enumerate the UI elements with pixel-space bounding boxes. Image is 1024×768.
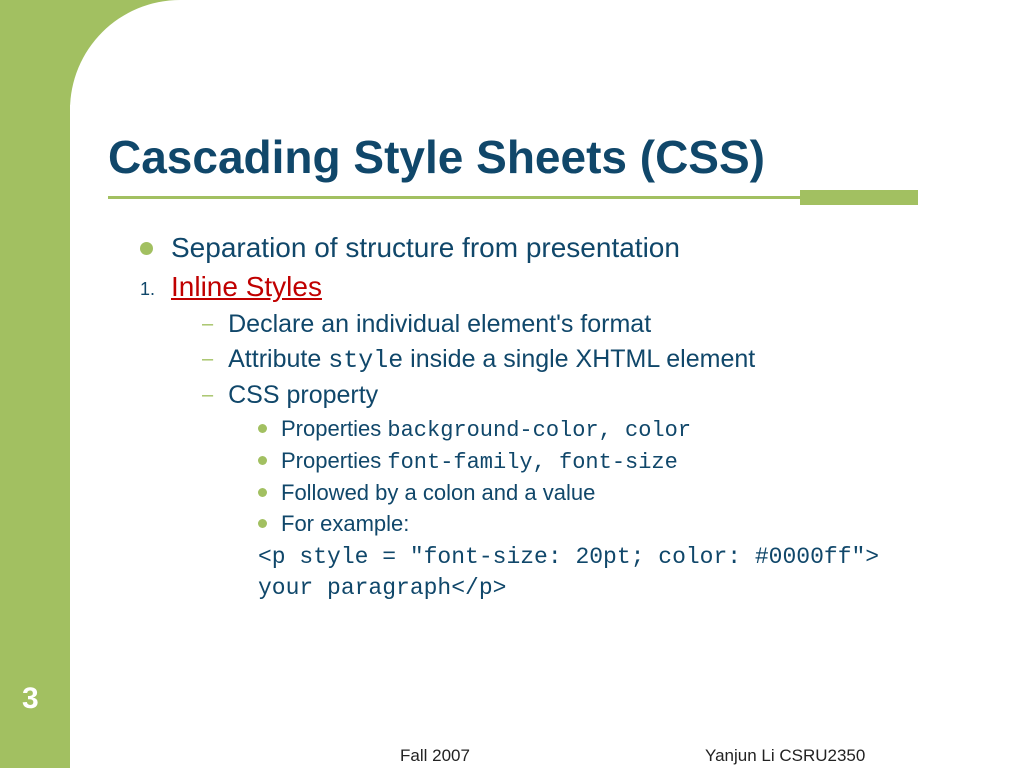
corner-decoration <box>70 0 240 105</box>
sub-text: CSS property <box>228 381 378 410</box>
slide-content: Separation of structure from presentatio… <box>140 232 960 604</box>
main-bullet-text: Separation of structure from presentatio… <box>171 232 680 264</box>
subsub-item: Properties background-color, color <box>258 416 960 443</box>
sidebar-decoration <box>0 0 70 768</box>
subsub-code: background-color, color <box>387 418 691 443</box>
sub-text: Attribute style inside a single XHTML el… <box>228 345 755 375</box>
subsub-prefix: Properties <box>281 416 387 441</box>
footer-right-text: Yanjun Li CSRU2350 <box>705 746 865 766</box>
subsub-item: For example: <box>258 511 960 537</box>
sub-text-prefix: Attribute <box>228 345 328 373</box>
subsub-prefix: Properties <box>281 448 387 473</box>
subsub-text: Followed by a colon and a value <box>281 480 595 506</box>
subsub-text: For example: <box>281 511 409 537</box>
bullet-small-icon <box>258 424 267 433</box>
sub-item: – Declare an individual element's format <box>202 310 960 339</box>
subsub-text: Properties background-color, color <box>281 416 691 443</box>
number-label: 1. <box>140 279 153 300</box>
sub-text-code: style <box>328 346 403 375</box>
bullet-small-icon <box>258 456 267 465</box>
title-underline-accent <box>800 190 918 205</box>
slide-title: Cascading Style Sheets (CSS) <box>108 130 765 184</box>
bullet-small-icon <box>258 519 267 528</box>
title-underline <box>108 196 918 199</box>
numbered-item: 1. Inline Styles <box>140 271 960 303</box>
footer-center-text: Fall 2007 <box>400 746 470 766</box>
code-line-1: <p style = "font-size: 20pt; color: #000… <box>258 542 960 573</box>
sub-text: Declare an individual element's format <box>228 310 651 339</box>
dash-icon: – <box>202 348 213 371</box>
sub-list: – Declare an individual element's format… <box>202 310 960 410</box>
sub-item: – Attribute style inside a single XHTML … <box>202 345 960 375</box>
subsub-text: Properties font-family, font-size <box>281 448 678 475</box>
sub-item: – CSS property <box>202 381 960 410</box>
code-example: <p style = "font-size: 20pt; color: #000… <box>258 542 960 604</box>
numbered-link-text: Inline Styles <box>171 271 322 303</box>
main-bullet-item: Separation of structure from presentatio… <box>140 232 960 264</box>
dash-icon: – <box>202 384 213 407</box>
subsub-item: Followed by a colon and a value <box>258 480 960 506</box>
sub-sub-list: Properties background-color, color Prope… <box>258 416 960 537</box>
subsub-item: Properties font-family, font-size <box>258 448 960 475</box>
subsub-code: font-family, font-size <box>387 450 677 475</box>
sub-text-suffix: inside a single XHTML element <box>403 345 755 373</box>
bullet-small-icon <box>258 488 267 497</box>
bullet-icon <box>140 242 153 255</box>
dash-icon: – <box>202 313 213 336</box>
page-number: 3 <box>22 682 39 716</box>
code-line-2: your paragraph</p> <box>258 573 960 604</box>
